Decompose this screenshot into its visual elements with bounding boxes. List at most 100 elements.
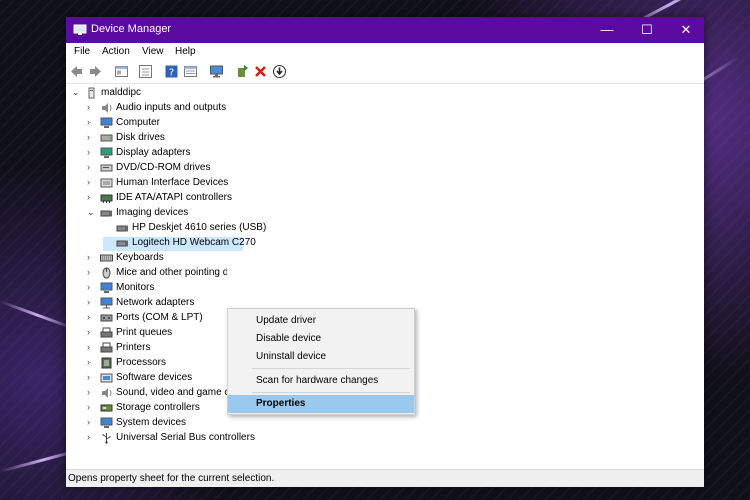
update-driver-icon[interactable] [235, 64, 250, 79]
speaker-icon [102, 103, 112, 113]
port-icon [100, 314, 113, 322]
device-tree: ⌄ malddipc › Audio inputs and outputs › … [66, 84, 704, 469]
tree-root[interactable]: ⌄ malddipc [72, 87, 272, 101]
svg-text:?: ? [169, 68, 174, 79]
chevron-right-icon[interactable]: › [87, 417, 97, 427]
tree-root-label: malddipc [101, 87, 142, 98]
camera-icon [116, 240, 128, 247]
dvd-drive-icon [100, 164, 113, 172]
chevron-down-icon[interactable]: ⌄ [72, 87, 82, 98]
menu-item-update-driver[interactable]: Update driver [228, 312, 414, 330]
chevron-down-icon[interactable]: ⌄ [87, 207, 97, 218]
chevron-right-icon[interactable]: › [87, 402, 97, 412]
chevron-right-icon[interactable]: › [87, 282, 97, 292]
tree-item-label: Display adapters [116, 147, 191, 158]
menu-help[interactable]: Help [175, 46, 196, 57]
tree-item-dvd-drives[interactable]: › DVD/CD-ROM drives [87, 162, 347, 176]
tree-item-monitors[interactable]: › Monitors [87, 282, 227, 296]
monitor-icon[interactable] [209, 64, 224, 79]
back-icon[interactable] [69, 64, 84, 79]
chevron-right-icon[interactable]: › [87, 192, 97, 202]
tree-item-label: Print queues [116, 327, 173, 338]
chevron-right-icon[interactable]: › [87, 432, 97, 442]
help-icon[interactable]: ? [164, 64, 179, 79]
tree-item-disk-drives[interactable]: › Disk drives [87, 132, 347, 146]
display-adapter-icon [100, 147, 113, 158]
tree-item-hid[interactable]: › Human Interface Devices [87, 177, 347, 191]
tree-item-logitech-webcam[interactable]: Logitech HD Webcam C270 [103, 237, 256, 251]
menu-view[interactable]: View [142, 46, 164, 57]
chevron-right-icon[interactable]: › [87, 162, 97, 172]
menu-item-properties[interactable]: Properties [228, 395, 414, 413]
maximize-button[interactable]: ☐ [627, 17, 667, 43]
status-text: Opens property sheet for the current sel… [68, 473, 275, 484]
menu-file[interactable]: File [74, 46, 90, 57]
tree-item-label: System devices [116, 417, 187, 428]
chevron-right-icon[interactable]: › [87, 102, 97, 112]
tree-item-ide-controllers[interactable]: › IDE ATA/ATAPI controllers [87, 192, 347, 206]
tree-item-hp-deskjet[interactable]: HP Deskjet 4610 series (USB) [103, 222, 363, 236]
tree-item-audio[interactable]: › Audio inputs and outputs [87, 102, 347, 116]
monitor-icon [100, 282, 113, 293]
chevron-right-icon[interactable]: › [87, 312, 97, 322]
chevron-right-icon[interactable]: › [87, 372, 97, 382]
title-bar[interactable]: Device Manager — ☐ ✕ [66, 17, 704, 43]
close-button[interactable]: ✕ [666, 17, 706, 43]
tree-item-label: Computer [116, 117, 160, 128]
device-manager-window: Device Manager — ☐ ✕ File Action View He… [66, 17, 704, 487]
chevron-right-icon[interactable]: › [87, 252, 97, 262]
properties-pane-icon[interactable] [114, 64, 129, 79]
tree-item-mice[interactable]: › Mice and other pointing devices [87, 267, 227, 281]
camera-icon [100, 210, 112, 217]
tree-item-imaging-devices[interactable]: ⌄ Imaging devices [87, 207, 347, 221]
tree-item-label: Software devices [116, 372, 193, 383]
tree-item-label: Mice and other pointing devices [116, 267, 227, 278]
menu-action[interactable]: Action [102, 46, 130, 57]
menu-item-disable-device[interactable]: Disable device [228, 330, 414, 348]
keyboard-icon [100, 254, 113, 262]
uninstall-icon[interactable] [253, 64, 268, 79]
computer-icon [88, 87, 95, 99]
tree-item-label: Processors [116, 357, 167, 368]
chevron-right-icon[interactable]: › [87, 177, 97, 187]
chevron-right-icon[interactable]: › [87, 327, 97, 337]
status-bar: Opens property sheet for the current sel… [66, 469, 704, 487]
forward-icon[interactable] [88, 64, 103, 79]
tree-item-ports[interactable]: › Ports (COM & LPT) [87, 312, 227, 326]
printer-icon [100, 342, 113, 353]
menu-separator [252, 368, 410, 369]
usb-icon [102, 433, 111, 444]
chevron-right-icon[interactable]: › [87, 132, 97, 142]
menu-item-uninstall-device[interactable]: Uninstall device [228, 348, 414, 366]
device-list-icon[interactable] [183, 64, 198, 79]
tree-item-computer[interactable]: › Computer [87, 117, 347, 131]
minimize-button[interactable]: — [587, 17, 627, 43]
tree-item-label: Universal Serial Bus controllers [116, 432, 255, 443]
chevron-right-icon[interactable]: › [87, 297, 97, 307]
chevron-right-icon[interactable]: › [87, 342, 97, 352]
menu-item-label: Scan for hardware changes [256, 375, 379, 386]
chevron-right-icon[interactable]: › [87, 117, 97, 127]
tree-item-system-devices[interactable]: › System devices [87, 417, 347, 431]
tree-item-label: Logitech HD Webcam C270 [132, 237, 256, 248]
context-menu: Update driver Disable device Uninstall d… [227, 308, 415, 415]
tree-item-network-adapters[interactable]: › Network adapters [87, 297, 227, 311]
tree-item-label: Ports (COM & LPT) [116, 312, 203, 323]
window-title: Device Manager [91, 23, 172, 35]
chevron-right-icon[interactable]: › [87, 267, 97, 277]
menu-item-label: Properties [256, 398, 306, 409]
storage-controller-icon [100, 404, 113, 412]
tree-item-display-adapters[interactable]: › Display adapters [87, 147, 347, 161]
chevron-right-icon[interactable]: › [87, 387, 97, 397]
console-tree-icon[interactable] [138, 64, 153, 79]
tree-item-label: Printers [116, 342, 151, 353]
system-device-icon [100, 417, 113, 428]
tree-item-usb-controllers[interactable]: › Universal Serial Bus controllers [87, 432, 347, 446]
chevron-right-icon[interactable]: › [87, 147, 97, 157]
tree-item-keyboards[interactable]: › Keyboards [87, 252, 347, 266]
menu-item-scan-hardware[interactable]: Scan for hardware changes [228, 372, 414, 390]
download-icon[interactable] [272, 64, 287, 79]
chevron-right-icon[interactable]: › [87, 357, 97, 367]
tree-item-label: HP Deskjet 4610 series (USB) [132, 222, 267, 233]
device-manager-icon [73, 24, 87, 35]
